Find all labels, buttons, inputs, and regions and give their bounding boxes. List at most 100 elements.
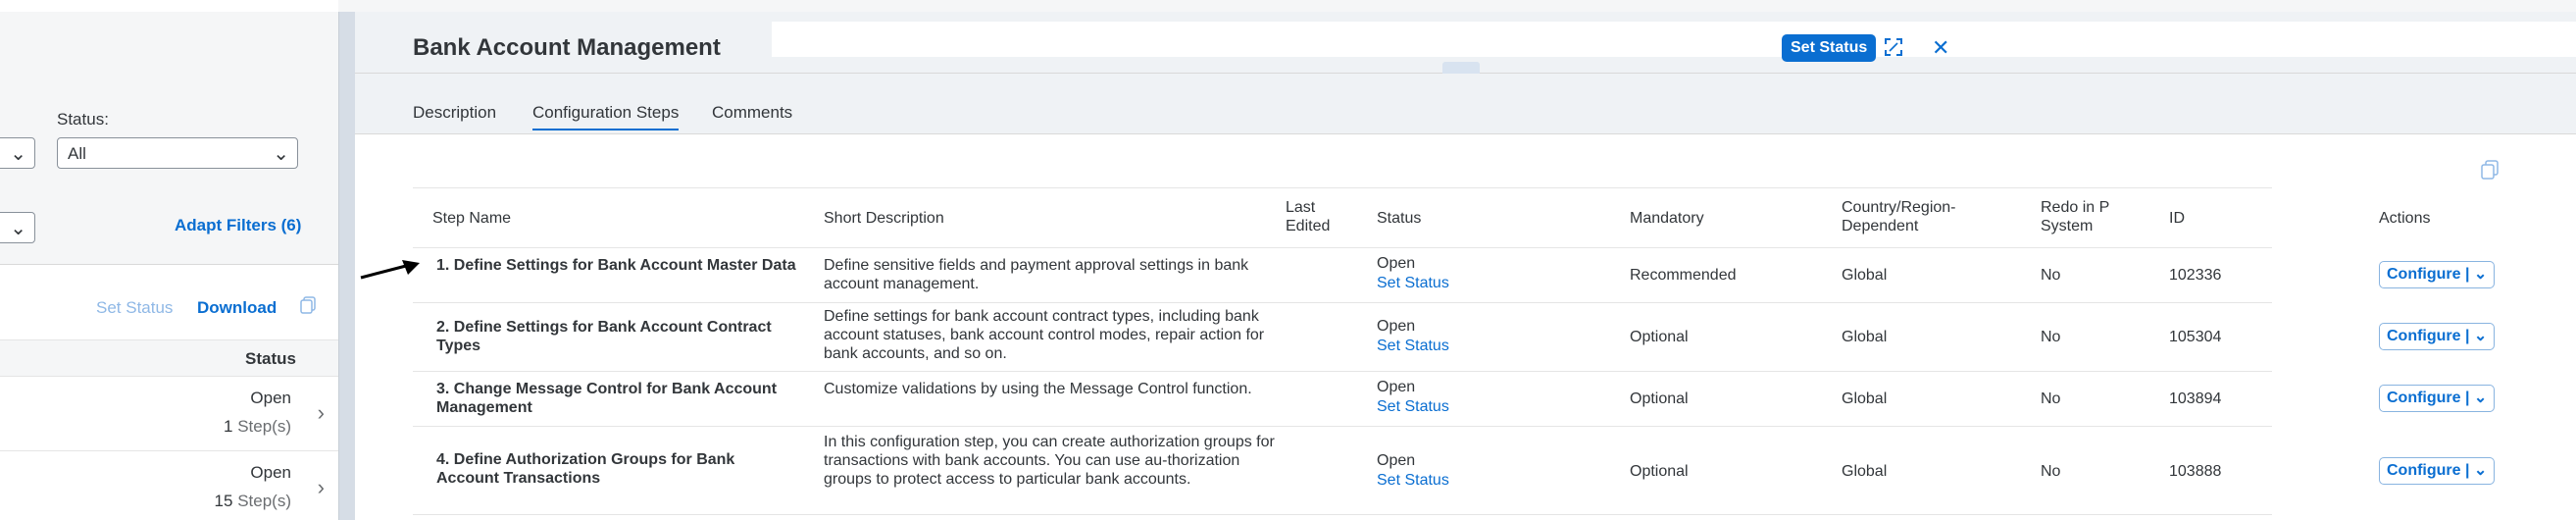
close-icon[interactable]: ✕ bbox=[1932, 35, 1949, 61]
step-id: 103894 bbox=[2169, 390, 2222, 407]
step-description: Customize validations by using the Messa… bbox=[824, 381, 1252, 397]
page-title: Bank Account Management bbox=[413, 34, 721, 61]
configure-label: Configure | bbox=[2387, 266, 2470, 283]
adapt-filters-button[interactable]: Adapt Filters (6) bbox=[175, 216, 301, 235]
step-name[interactable]: 2. Define Settings for Bank Account Cont… bbox=[436, 318, 799, 355]
column-last-edited: Last Edited bbox=[1286, 199, 1331, 234]
chevron-right-icon[interactable]: › bbox=[318, 475, 325, 500]
step-set-status-link[interactable]: Set Status bbox=[1377, 471, 1449, 490]
step-country: Global bbox=[1842, 390, 1888, 407]
set-status-button[interactable]: Set Status bbox=[1782, 34, 1877, 62]
table-header: Step Name Short Description Last Edited … bbox=[413, 187, 2430, 248]
column-country-region-dependent: Country/Region-Dependent bbox=[1842, 199, 1956, 234]
header-action-bar: Set Status ✕ bbox=[772, 22, 2576, 62]
step-set-status-link[interactable]: Set Status bbox=[1377, 274, 1449, 292]
table-row[interactable]: 1. Define Settings for Bank Account Mast… bbox=[360, 248, 2496, 303]
column-id: ID bbox=[2169, 210, 2185, 227]
step-mandatory: Optional bbox=[1630, 390, 1689, 407]
download-button[interactable]: Download bbox=[197, 298, 277, 318]
tab-description[interactable]: Description bbox=[413, 103, 496, 123]
list-item-status: Open bbox=[250, 389, 291, 407]
step-id: 105304 bbox=[2169, 329, 2222, 345]
step-country: Global bbox=[1842, 463, 1888, 480]
top-band bbox=[0, 0, 338, 12]
configure-menu-button[interactable]: Configure | ⌄ bbox=[2379, 385, 2496, 412]
step-status: Open bbox=[1377, 379, 1416, 395]
column-short-description: Short Description bbox=[824, 210, 944, 227]
step-redo: No bbox=[2041, 463, 2061, 480]
configure-menu-button[interactable]: Configure | ⌄ bbox=[2379, 261, 2496, 288]
step-redo: No bbox=[2041, 267, 2061, 284]
step-country: Global bbox=[1842, 267, 1888, 284]
list-item-steps: 1 Step(s) bbox=[224, 417, 291, 437]
list-item[interactable]: Open 15 Step(s) › bbox=[0, 451, 338, 520]
step-name[interactable]: 1. Define Settings for Bank Account Mast… bbox=[436, 256, 799, 275]
step-mandatory: Optional bbox=[1630, 463, 1689, 480]
column-redo-in-p-system: Redo in P System bbox=[2041, 199, 2109, 234]
detail-panel: Bank Account Management Set Status ✕ ⌄ D… bbox=[355, 12, 2576, 520]
step-mandatory: Optional bbox=[1630, 329, 1689, 345]
chevron-down-icon: ⌄ bbox=[2473, 266, 2488, 283]
step-description: In this configuration step, you can crea… bbox=[824, 434, 1275, 488]
configure-label: Configure | bbox=[2387, 462, 2470, 479]
configuration-steps-content: Step Name Short Description Last Edited … bbox=[355, 134, 2576, 520]
chevron-down-icon: ⌄ bbox=[2473, 328, 2488, 344]
chevron-right-icon[interactable]: › bbox=[318, 400, 325, 426]
step-id: 102336 bbox=[2169, 267, 2222, 284]
step-redo: No bbox=[2041, 390, 2061, 407]
list-item-steps-unit: Step(s) bbox=[237, 417, 291, 436]
column-status: Status bbox=[1377, 210, 1422, 227]
step-redo: No bbox=[2041, 329, 2061, 345]
column-actions: Actions bbox=[2379, 210, 2431, 227]
arrow-pointer-icon bbox=[360, 260, 420, 280]
list-item-steps-count: 15 bbox=[214, 492, 233, 510]
list-item-status: Open bbox=[250, 463, 291, 482]
column-mandatory: Mandatory bbox=[1630, 210, 1704, 227]
tab-comments[interactable]: Comments bbox=[712, 103, 792, 123]
configure-menu-button[interactable]: Configure | ⌄ bbox=[2379, 323, 2496, 350]
list-header: Status bbox=[0, 339, 338, 377]
step-status: Open bbox=[1377, 452, 1416, 469]
list-item-steps-unit: Step(s) bbox=[237, 492, 291, 510]
configure-label: Configure | bbox=[2387, 328, 2470, 344]
step-name[interactable]: 3. Change Message Control for Bank Accou… bbox=[436, 380, 799, 417]
pane-resize-divider[interactable] bbox=[338, 12, 355, 520]
list-item[interactable]: Open 1 Step(s) › bbox=[0, 377, 338, 451]
configure-menu-button[interactable]: Configure | ⌄ bbox=[2379, 457, 2496, 485]
chevron-down-icon: ⌄ bbox=[273, 143, 289, 165]
list-column-status: Status bbox=[245, 349, 296, 368]
status-filter-select[interactable]: All ⌄ bbox=[57, 137, 298, 169]
step-country: Global bbox=[1842, 329, 1888, 345]
list-item-steps: 15 Step(s) bbox=[215, 492, 291, 511]
step-description: Define settings for bank account contrac… bbox=[824, 308, 1265, 362]
configure-label: Configure | bbox=[2387, 390, 2470, 406]
chevron-down-icon: ⌄ bbox=[10, 143, 26, 165]
app-root: Status: ⌄ All ⌄ ⌄ Adapt Filters (6) Set … bbox=[0, 0, 2576, 520]
chevron-down-icon: ⌄ bbox=[2473, 462, 2488, 479]
filter-select-partial-2[interactable]: ⌄ bbox=[0, 212, 35, 243]
step-set-status-link[interactable]: Set Status bbox=[1377, 397, 1449, 416]
list-item-steps-count: 1 bbox=[224, 417, 233, 436]
step-status: Open bbox=[1377, 318, 1416, 335]
step-mandatory: Recommended bbox=[1630, 267, 1737, 284]
table-row[interactable]: 3. Change Message Control for Bank Accou… bbox=[413, 372, 2496, 427]
tab-bar: Description Configuration Steps Comments bbox=[355, 74, 2576, 134]
column-step-name: Step Name bbox=[432, 210, 512, 227]
step-name[interactable]: 4. Define Authorization Groups for Bank … bbox=[436, 450, 799, 488]
step-id: 103888 bbox=[2169, 463, 2222, 480]
fullscreen-icon[interactable] bbox=[1884, 37, 1903, 57]
tab-configuration-steps[interactable]: Configuration Steps bbox=[532, 103, 680, 130]
table-row[interactable]: 2. Define Settings for Bank Account Cont… bbox=[413, 303, 2496, 372]
table-row[interactable]: 4. Define Authorization Groups for Bank … bbox=[413, 427, 2496, 515]
chevron-down-icon: ⌄ bbox=[2473, 390, 2488, 406]
copy-icon[interactable] bbox=[300, 296, 316, 314]
step-status: Open bbox=[1377, 255, 1416, 272]
status-filter-label: Status: bbox=[57, 110, 109, 129]
step-set-status-link[interactable]: Set Status bbox=[1377, 337, 1449, 355]
left-panel: Status: ⌄ All ⌄ ⌄ Adapt Filters (6) Set … bbox=[0, 0, 338, 520]
step-description: Define sensitive fields and payment appr… bbox=[824, 257, 1249, 292]
list-set-status-button[interactable]: Set Status bbox=[96, 298, 173, 318]
copy-icon[interactable] bbox=[2481, 160, 2499, 180]
filter-select-partial-1[interactable]: ⌄ bbox=[0, 137, 35, 169]
chevron-down-icon: ⌄ bbox=[10, 218, 26, 239]
